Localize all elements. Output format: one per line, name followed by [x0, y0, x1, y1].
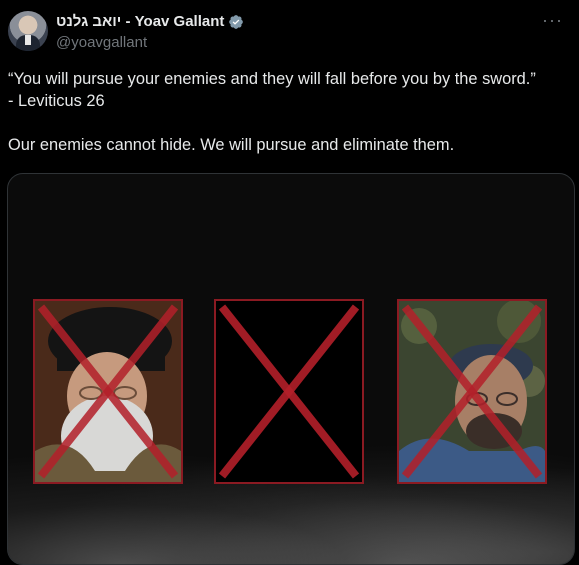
author-name-row[interactable]: יואב גלנט - Yoav Gallant: [56, 13, 244, 30]
tweet-media-image[interactable]: [7, 173, 575, 565]
crossed-out-card-3: [397, 299, 547, 484]
verified-badge-icon: [229, 14, 244, 29]
avatar[interactable]: [8, 11, 48, 51]
crossed-out-card-2: [214, 299, 364, 484]
author-display-name[interactable]: יואב גלנט - Yoav Gallant: [56, 13, 224, 30]
x-mark-icon: [37, 304, 179, 479]
avatar-collar: [25, 35, 31, 45]
tweet-text: “You will pursue your enemies and they w…: [8, 68, 573, 156]
tweet-text-line: Our enemies cannot hide. We will pursue …: [8, 136, 455, 154]
tweet-text-line: “You will pursue your enemies and they w…: [8, 70, 536, 88]
author-handle[interactable]: @yoavgallant: [56, 34, 147, 51]
x-mark-icon: [218, 304, 360, 479]
crossed-out-card-1: [33, 299, 183, 484]
tweet-text-line: - Leviticus 26: [8, 92, 105, 110]
more-options-icon[interactable]: ···: [542, 10, 563, 31]
x-mark-icon: [401, 304, 543, 479]
